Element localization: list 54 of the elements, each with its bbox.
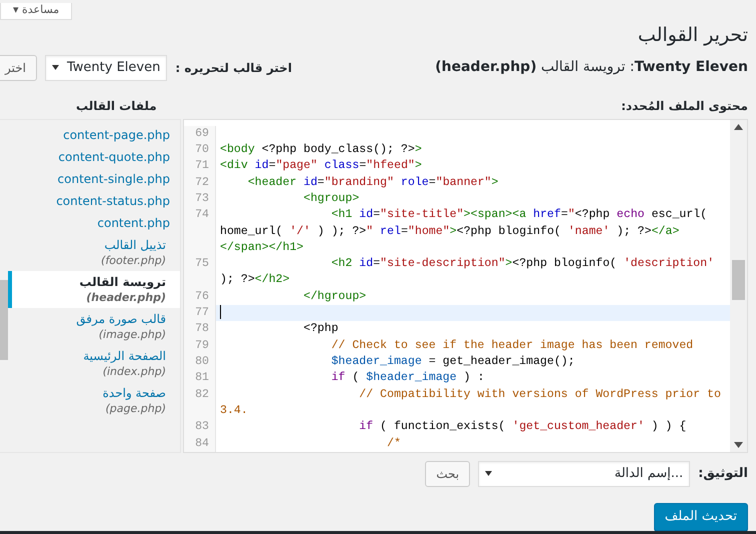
scrollbar[interactable] — [730, 120, 747, 452]
scrollbar-thumb[interactable] — [732, 260, 745, 300]
select-button[interactable]: اختر — [0, 54, 37, 81]
file-link[interactable]: content.php — [8, 212, 180, 234]
line-number: 73 — [184, 190, 216, 208]
line-number: 80 — [184, 354, 216, 370]
code-line: <div id="page" class="hfeed"> — [219, 158, 423, 174]
code-line: /* — [386, 436, 402, 452]
file-link[interactable]: content-quote.php — [8, 146, 180, 168]
editor-label: محتوى الملف المُحدد: — [621, 98, 748, 115]
update-file-button[interactable]: تحديث الملف — [654, 502, 748, 531]
code-line: if ( function_exists( 'get_custom_header' ) ) { — [358, 419, 688, 436]
code-line: </hgroup> — [302, 288, 368, 305]
code-line: $header_image = get_header_image(); — [330, 354, 576, 370]
scroll-down-icon[interactable] — [734, 442, 743, 448]
code-line: <body <?php body_class(); ?>> — [219, 142, 423, 158]
dropdown-caret-icon — [52, 65, 59, 70]
help-tab[interactable]: مساعدة ▾ — [0, 3, 72, 20]
line-number: 71 — [184, 158, 216, 175]
line-number: 82 — [184, 386, 216, 420]
file-link[interactable]: content-status.php — [8, 190, 180, 212]
page-title: تحرير القوالب — [636, 24, 748, 47]
theme-select[interactable]: Twenty Eleven — [45, 54, 168, 81]
dropdown-caret-icon — [485, 471, 492, 476]
line-number: 79 — [184, 338, 216, 354]
scrollbar-thumb[interactable] — [0, 280, 8, 360]
file-link[interactable]: content-single.php — [8, 168, 180, 190]
search-button[interactable]: بحث — [425, 460, 470, 487]
line-number: 77 — [184, 305, 216, 322]
line-number: 72 — [184, 174, 216, 191]
line-number: 74 — [184, 207, 216, 256]
code-line: // Compatibility with versions of WordPress prior to 3.4. — [219, 386, 722, 419]
scroll-up-icon[interactable] — [734, 124, 743, 130]
line-number: 78 — [184, 321, 216, 338]
sidebar-title: ملفات القالب — [76, 98, 157, 115]
code-line: if ( $header_image ) : — [330, 370, 486, 386]
line-number: 76 — [184, 288, 216, 306]
line-number: 70 — [184, 142, 216, 158]
line-number: 84 — [184, 436, 216, 452]
line-number: 81 — [184, 370, 216, 387]
code-editor[interactable] — [183, 118, 748, 453]
code-line: <hgroup> — [302, 190, 360, 207]
line-number: 69 — [184, 126, 216, 142]
line-number: 75 — [184, 256, 216, 289]
code-line: <h1 id="site-title"><span><a href="<?php echo esc_url( home_url( '/' ) ); ?>" rel="home"><?php bloginfo( 'name' ); ?></a> </span></h1> — [219, 207, 708, 256]
theme-picker-label: اختر قالب لتحريره : — [175, 60, 292, 77]
code-line: <header id="branding" role="banner"> — [246, 174, 500, 191]
line-number: 83 — [184, 419, 216, 436]
code-line: <?php — [302, 321, 340, 338]
code-line: // Check to see if the header image has been removed — [330, 338, 694, 354]
file-link[interactable]: content-page.php — [8, 124, 180, 146]
documentation-label: التوثيق: — [698, 465, 748, 484]
function-select[interactable]: ...إسم الدالة — [478, 460, 690, 487]
code-line: <h2 id="site-description"><?php bloginfo( 'description' ); ?></h2> — [219, 256, 716, 288]
